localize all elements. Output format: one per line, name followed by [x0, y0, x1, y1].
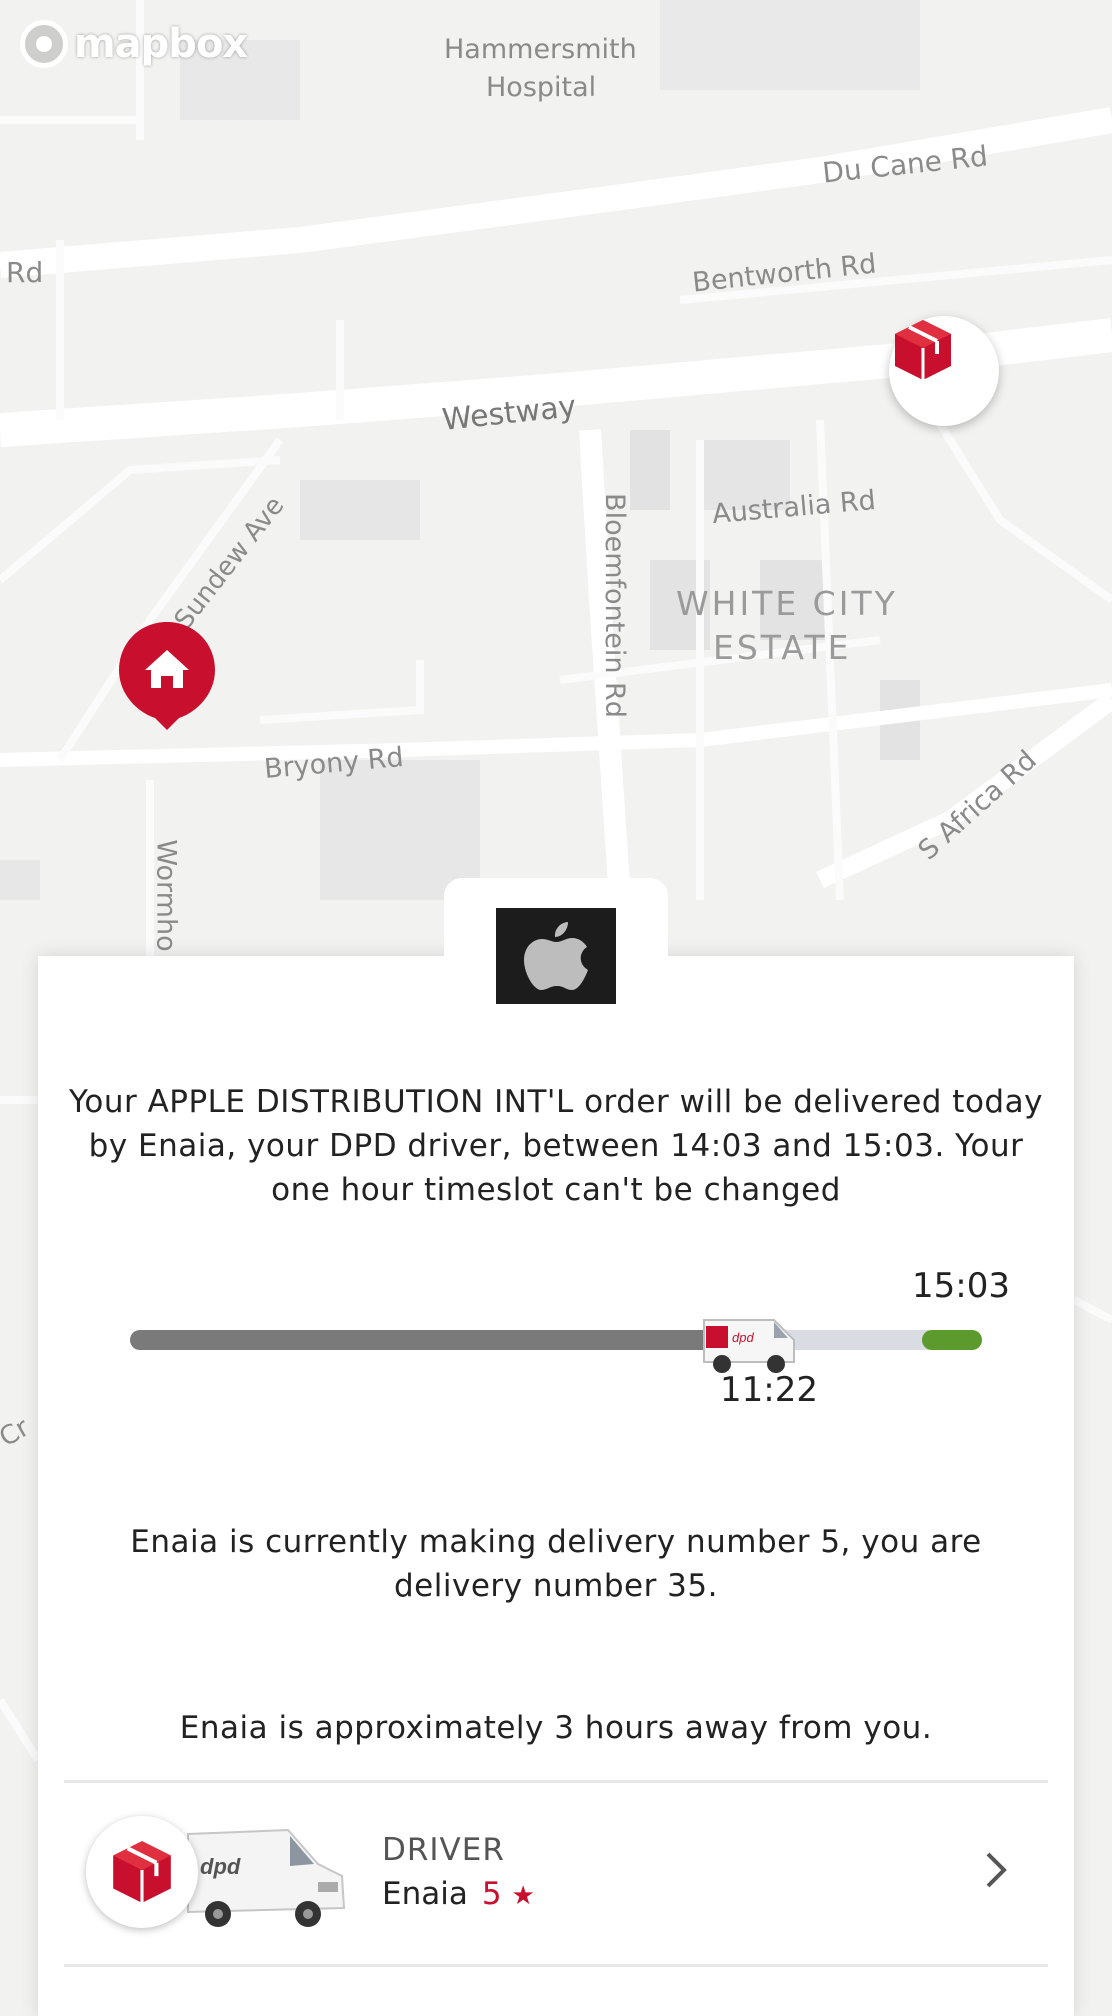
home-icon: [119, 622, 215, 730]
progress-done: [130, 1330, 760, 1350]
divider-bottom: [64, 1964, 1048, 1967]
svg-text:dpd: dpd: [732, 1330, 754, 1345]
driver-name: Enaia: [382, 1876, 468, 1912]
map-label-rd: Rd: [6, 256, 44, 289]
driver-rating: 5 ★: [482, 1876, 535, 1912]
delivery-progress-bar: dpd: [130, 1319, 982, 1373]
chevron-right-icon[interactable]: [974, 1848, 1018, 1892]
map-label-hospital-1: Hammersmith: [444, 34, 637, 65]
mapbox-icon: [20, 20, 68, 68]
dpd-parcel-icon: [113, 1841, 171, 1903]
sender-logo: [496, 908, 616, 1004]
map-label-estate-1: WHITE CITY: [676, 584, 898, 623]
delivery-message: Your APPLE DISTRIBUTION INT'L order will…: [69, 1084, 1043, 1208]
star-icon: ★: [511, 1881, 535, 1911]
driver-label: DRIVER: [382, 1832, 505, 1868]
driver-avatar: [86, 1816, 198, 1928]
stop-status: Enaia is currently making delivery numbe…: [130, 1524, 982, 1604]
mapbox-logo[interactable]: mapbox: [20, 20, 248, 68]
driver-rating-value: 5: [481, 1876, 502, 1912]
driver-row[interactable]: dpd DRIVER Enaia 5 ★: [38, 1782, 1074, 1962]
eta-status: Enaia is approximately 3 hours away from…: [179, 1710, 933, 1746]
map-label-estate-2: ESTATE: [713, 628, 852, 667]
current-time: 11:22: [720, 1370, 818, 1410]
svg-text:dpd: dpd: [200, 1854, 241, 1879]
progress-delivery-window: [922, 1330, 982, 1350]
driver-van-icon: dpd: [187, 1828, 346, 1927]
map-label-bloemfontein-rd: Bloemfontein Rd: [598, 493, 630, 718]
driver-name-line: Enaia 5 ★: [382, 1876, 535, 1912]
map-label-hospital-2: Hospital: [486, 72, 597, 103]
mapbox-wordmark: mapbox: [74, 21, 248, 67]
apple-logo-icon: [524, 922, 588, 990]
dpd-parcel-icon: [895, 320, 951, 380]
depot-marker[interactable]: [889, 316, 999, 426]
home-marker[interactable]: [117, 620, 217, 732]
van-icon: dpd: [703, 1319, 795, 1373]
map-label-wormholt: Wormho: [150, 839, 182, 952]
